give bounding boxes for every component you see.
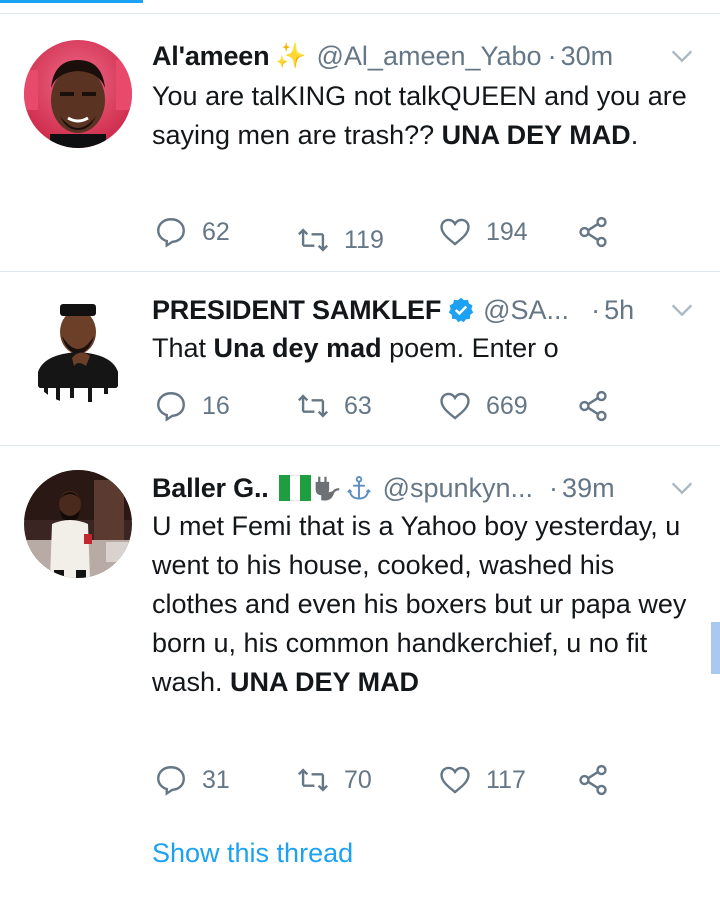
- sparkles-emoji: ✨: [275, 41, 307, 70]
- retweet-button[interactable]: 63: [296, 386, 372, 426]
- separator-dot: ·: [549, 472, 559, 503]
- share-button[interactable]: [576, 760, 610, 800]
- like-button[interactable]: 194: [438, 212, 528, 252]
- show-thread-link[interactable]: Show this thread: [152, 838, 353, 869]
- tweet[interactable]: Baller G.. @spunkyn... · 39m U met Femi …: [0, 446, 720, 903]
- reply-count: 16: [202, 391, 230, 420]
- chevron-down-icon[interactable]: [668, 42, 696, 70]
- reply-icon: [157, 766, 185, 796]
- chevron-down-icon[interactable]: [668, 474, 696, 502]
- tweet-header: PRESIDENT SAMKLEF @SA... · 5h: [152, 290, 696, 330]
- avatar[interactable]: [24, 296, 132, 404]
- tweet-text: U met Femi that is a Yahoo boy yesterday…: [152, 511, 687, 697]
- reply-button[interactable]: 31: [154, 760, 230, 800]
- separator-dot: ·: [547, 40, 557, 71]
- share-button[interactable]: [576, 386, 610, 426]
- reply-count: 62: [202, 217, 230, 246]
- verified-badge-icon: [448, 297, 474, 323]
- user-handle[interactable]: @SA...: [483, 295, 569, 326]
- heart-icon: [440, 766, 470, 794]
- share-icon: [579, 764, 607, 796]
- tweet-header: Al'ameen ✨ @Al_ameen_Yabo · 30m: [152, 36, 696, 76]
- tweet-actions: 31 70 117: [152, 760, 622, 800]
- retweet-icon: [297, 228, 329, 252]
- tweet-actions: 16 63 669: [152, 386, 622, 426]
- timestamp[interactable]: 30m: [561, 41, 614, 72]
- nigeria-flag-icon: [278, 475, 311, 501]
- timestamp[interactable]: 39m: [562, 473, 615, 504]
- tweet-header: Baller G.. @spunkyn... · 39m: [152, 468, 696, 508]
- display-name[interactable]: Baller G..: [152, 473, 269, 504]
- retweet-icon: [297, 394, 329, 418]
- like-count: 194: [486, 217, 528, 246]
- heart-icon: [440, 218, 470, 246]
- reply-button[interactable]: 62: [154, 212, 230, 252]
- separator-dot: ·: [591, 294, 601, 325]
- reply-icon: [157, 392, 185, 422]
- top-tab-strip: [0, 0, 720, 14]
- like-button[interactable]: 669: [438, 386, 528, 426]
- reply-icon: [157, 218, 185, 248]
- reply-count: 31: [202, 765, 230, 794]
- tweet-text: You are talKING not talkQUEEN and you ar…: [152, 81, 687, 150]
- retweet-button[interactable]: 70: [296, 760, 372, 800]
- reply-button[interactable]: 16: [154, 386, 230, 426]
- user-handle[interactable]: @Al_ameen_Yabo: [317, 41, 542, 72]
- retweet-count: 63: [344, 391, 372, 420]
- tweet[interactable]: Al'ameen ✨ @Al_ameen_Yabo · 30m You are …: [0, 14, 720, 272]
- tweet-actions: 62 119 194: [152, 212, 622, 254]
- like-count: 117: [486, 765, 526, 794]
- plug-icon: [313, 473, 343, 503]
- heart-icon: [440, 392, 470, 420]
- active-tab-indicator: [0, 0, 143, 3]
- retweet-button[interactable]: 119: [296, 220, 384, 260]
- avatar[interactable]: [24, 470, 132, 578]
- anchor-icon: [345, 474, 373, 502]
- display-name[interactable]: PRESIDENT SAMKLEF: [152, 295, 441, 326]
- tweet[interactable]: PRESIDENT SAMKLEF @SA... · 5h That Una d…: [0, 272, 720, 446]
- retweet-count: 119: [344, 225, 384, 254]
- share-icon: [579, 390, 607, 422]
- timestamp[interactable]: 5h: [604, 295, 634, 326]
- retweet-icon: [297, 768, 329, 792]
- like-button[interactable]: 117: [438, 760, 526, 800]
- scrollbar-thumb[interactable]: [711, 622, 720, 674]
- like-count: 669: [486, 391, 528, 420]
- tweet-text: That Una dey mad poem. Enter o: [152, 333, 559, 363]
- share-button[interactable]: [576, 212, 610, 252]
- chevron-down-icon[interactable]: [668, 296, 696, 324]
- share-icon: [579, 216, 607, 248]
- retweet-count: 70: [344, 765, 372, 794]
- user-handle[interactable]: @spunkyn...: [383, 473, 533, 504]
- avatar[interactable]: [24, 40, 132, 148]
- display-name[interactable]: Al'ameen: [152, 41, 270, 72]
